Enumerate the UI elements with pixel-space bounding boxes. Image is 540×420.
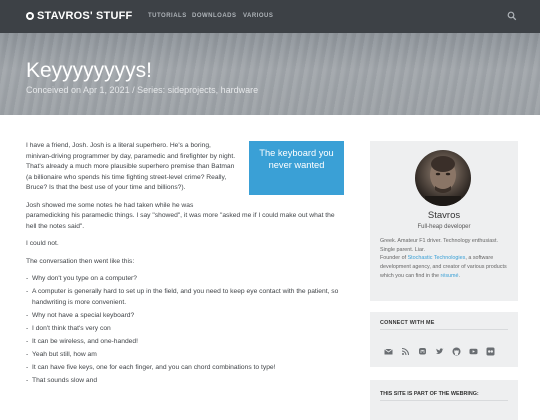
divider xyxy=(380,400,508,401)
paragraph: The conversation then went like this: xyxy=(26,257,135,265)
list-item: - Why don't you type on a computer? xyxy=(26,275,137,282)
nav-various[interactable]: VARIOUS xyxy=(243,13,273,19)
author-name: Stavros xyxy=(427,210,461,221)
author-bio: Greek. Amateur F1 driver. Technology ent… xyxy=(380,237,510,281)
author-card: Stavros Full-heap developer Greek. Amate… xyxy=(370,141,518,301)
github-icon[interactable] xyxy=(452,343,461,356)
list-item: - It can have five keys, one for each fin… xyxy=(26,363,276,371)
twitter-icon[interactable] xyxy=(435,343,444,354)
nav-tutorials[interactable]: TUTORIALS xyxy=(148,13,187,19)
avatar-portrait xyxy=(425,156,461,206)
social-links xyxy=(384,343,495,356)
webring-card: THIS SITE IS PART OF THE WEBRING: xyxy=(370,380,518,420)
page-title: Keyyyyyyyys! xyxy=(26,59,153,82)
bio-line: Founder of Stochastic Technologies, a so… xyxy=(380,255,507,279)
paragraph: I could not. xyxy=(26,240,59,247)
bio-line: Greek. Amateur F1 driver. Technology ent… xyxy=(380,238,498,253)
nav-downloads[interactable]: DOWNLOADS xyxy=(192,13,237,19)
article-body: The keyboard you never wanted I have a f… xyxy=(26,141,344,389)
divider xyxy=(380,329,508,330)
search-icon[interactable] xyxy=(507,11,517,21)
top-navigation-bar: STAVROS' STUFF TUTORIALS DOWNLOADS VARIO… xyxy=(0,0,540,33)
logo-icon xyxy=(26,12,34,20)
post-meta: Conceived on Apr 1, 2021 / Series: sidep… xyxy=(26,85,259,95)
hero-banner: Keyyyyyyyys! Conceived on Apr 1, 2021 / … xyxy=(0,33,540,115)
list-item: - That sounds slow and xyxy=(26,376,98,384)
list-item: -A computer is generally hard to set up … xyxy=(26,288,339,306)
avatar xyxy=(415,150,471,206)
connect-title: CONNECT WITH ME xyxy=(380,320,435,326)
paragraph: Josh showed me some notes he had taken w… xyxy=(26,201,335,230)
company-link[interactable]: Stochastic Technologies xyxy=(408,255,466,261)
list-item: -I don't think that's very con xyxy=(26,324,111,332)
mail-icon[interactable] xyxy=(384,343,393,355)
resume-link[interactable]: résumé xyxy=(441,273,459,279)
pullquote: The keyboard you never wanted xyxy=(249,141,344,195)
author-role: Full-heap developer xyxy=(417,224,471,230)
connect-card: CONNECT WITH ME xyxy=(370,312,518,367)
mastodon-icon[interactable] xyxy=(418,343,427,355)
list-item: - Why not have a special keyboard? xyxy=(26,311,135,319)
list-item: - It can be wireless, and one-handed! xyxy=(26,337,138,345)
list-item: - Yeah but still, how am xyxy=(26,350,97,358)
site-logo-text: STAVROS' STUFF xyxy=(37,10,133,22)
flickr-icon[interactable] xyxy=(486,343,495,356)
dialogue-list: - Why don't you type on a computer? -A co… xyxy=(26,274,344,386)
rss-icon[interactable] xyxy=(401,343,410,356)
site-logo[interactable]: STAVROS' STUFF xyxy=(26,10,132,22)
webring-title: THIS SITE IS PART OF THE WEBRING: xyxy=(380,391,479,397)
sidebar: Stavros Full-heap developer Greek. Amate… xyxy=(370,141,518,420)
youtube-icon[interactable] xyxy=(469,343,478,355)
